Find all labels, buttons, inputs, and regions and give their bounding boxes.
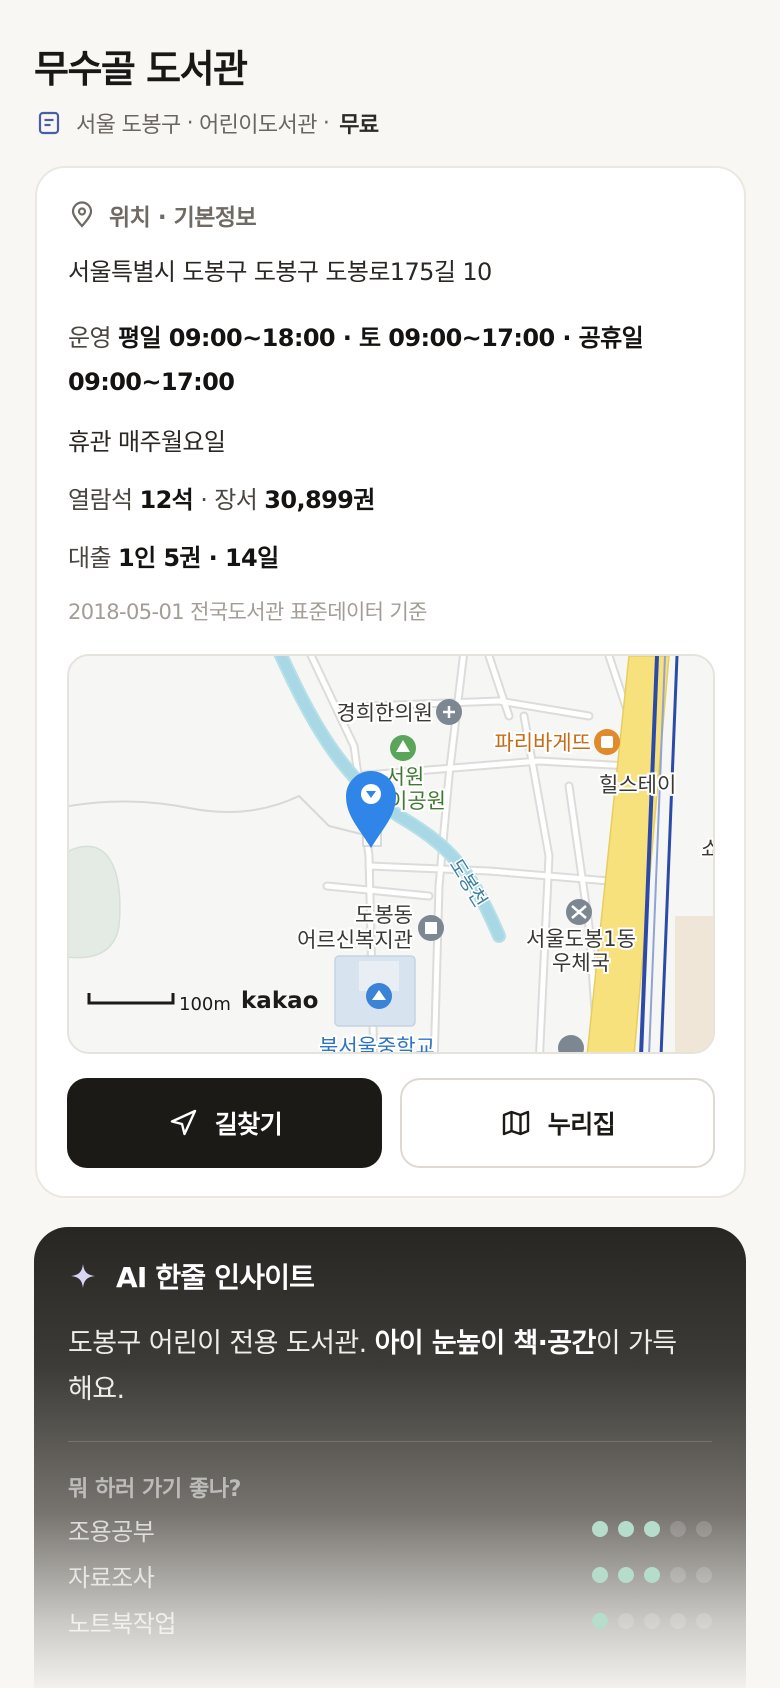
navigation-arrow-icon: [167, 1107, 199, 1139]
map-label-edge: 쇼: [701, 837, 715, 861]
rating-dot: [618, 1521, 634, 1537]
loan-value: 1인 5권 · 14일: [118, 544, 279, 572]
seats-value: 12석: [139, 486, 194, 514]
meta-separator: ·: [186, 110, 194, 136]
page-title: 무수골 도서관: [34, 47, 248, 91]
location-pin-icon: [69, 201, 95, 229]
map-label-post-b: 우체국: [552, 951, 610, 975]
rating-dot: [592, 1567, 608, 1583]
map-canvas: 경희한의원 파리바게뜨 힐스테이 쇼 서원 이공원 도봉천 도봉동 어르신복지관…: [69, 656, 715, 1054]
map-label-clinic: 경희한의원: [336, 701, 433, 725]
region-text: 서울 도봉구: [76, 113, 181, 138]
map-label-park-b: 이공원: [388, 789, 446, 813]
rating-dot: [696, 1567, 712, 1583]
activity-rating-row: 조용공부: [68, 1509, 712, 1549]
rating-dot: [670, 1567, 686, 1583]
rating-dot: [592, 1613, 608, 1629]
hours-label: 운영: [68, 324, 112, 352]
ai-insight-title: AI 한줄 인사이트: [116, 1261, 315, 1294]
ai-insight-text: 도봉구 어린이 전용 도서관. 아이 눈높이 책·공간이 가득해요.: [68, 1321, 688, 1413]
activity-rating-row: 자료조사: [68, 1555, 712, 1595]
fee-text: 무료: [339, 113, 379, 138]
hours-row: 운영 평일 09:00~18:00 · 토 09:00~17:00 · 공휴일 …: [68, 316, 708, 404]
loan-row: 대출 1인 5권 · 14일: [68, 538, 279, 573]
library-type-text: 어린이도서관: [199, 113, 317, 138]
ai-text-highlight: 아이 눈높이 책·공간: [374, 1328, 597, 1359]
rating-dots: [592, 1567, 712, 1583]
website-button[interactable]: 누리집: [400, 1078, 715, 1168]
rating-dot: [618, 1567, 634, 1583]
map-scale-label: 100m: [179, 994, 231, 1015]
loan-label: 대출: [68, 544, 112, 572]
rating-dot: [696, 1521, 712, 1537]
rating-dot: [670, 1613, 686, 1629]
info-section-header: 위치 · 기본정보: [69, 198, 257, 232]
capacity-separator: ·: [200, 486, 215, 514]
map-brand-logo: kakao: [241, 988, 318, 1014]
info-section-title: 위치 · 기본정보: [109, 205, 257, 231]
map-label-welfare-a: 도봉동: [355, 903, 413, 927]
data-source-text: 2018-05-01 전국도서관 표준데이터 기준: [68, 600, 428, 624]
rating-dots: [592, 1613, 712, 1629]
map-label-hills: 힐스테이: [599, 773, 676, 797]
ai-insight-header: AI 한줄 인사이트: [70, 1257, 315, 1295]
rating-dot: [644, 1613, 660, 1629]
meta-separator: ·: [322, 110, 330, 136]
ai-insight-card: AI 한줄 인사이트 도봉구 어린이 전용 도서관. 아이 눈높이 책·공간이 …: [34, 1227, 746, 1688]
activity-rating-row: 노트북작업: [68, 1601, 712, 1641]
map-label-welfare-b: 어르신복지관: [297, 928, 413, 952]
activity-label: 조용공부: [68, 1517, 155, 1546]
rating-dot: [644, 1567, 660, 1583]
library-meta: 서울 도봉구 · 어린이도서관 · 무료: [36, 106, 379, 140]
rating-dots: [592, 1521, 712, 1537]
document-icon: [36, 110, 62, 136]
location-map[interactable]: 경희한의원 파리바게뜨 힐스테이 쇼 서원 이공원 도봉천 도봉동 어르신복지관…: [67, 654, 715, 1054]
map-fold-icon: [500, 1107, 532, 1139]
hours-value: 평일 09:00~18:00 · 토 09:00~17:00 · 공휴일 09:…: [68, 324, 644, 396]
rating-dot: [618, 1613, 634, 1629]
map-label-bakery: 파리바게뜨: [494, 731, 591, 755]
rating-dot: [644, 1521, 660, 1537]
activity-question: 뭐 하러 가기 좋나?: [68, 1477, 242, 1502]
rating-dot: [670, 1521, 686, 1537]
website-label: 누리집: [547, 1110, 616, 1139]
capacity-row: 열람석 12석 · 장서 30,899권: [68, 480, 375, 515]
ai-text-plain: 도봉구 어린이 전용 도서관.: [68, 1328, 375, 1359]
books-value: 30,899권: [264, 486, 375, 514]
seats-label: 열람석: [68, 486, 133, 514]
rating-dot: [696, 1613, 712, 1629]
map-label-school: 북서울중학교: [319, 1035, 435, 1054]
ai-divider: [68, 1441, 712, 1442]
library-detail-page: 무수골 도서관 서울 도봉구 · 어린이도서관 · 무료 위치 · 기본정보 서…: [0, 0, 780, 1688]
books-label: 장서: [214, 486, 258, 514]
activity-label: 노트북작업: [68, 1609, 176, 1638]
directions-button[interactable]: 길찾기: [67, 1078, 382, 1168]
address-text: 서울특별시 도봉구 도봉구 도봉로175길 10: [68, 258, 492, 286]
info-card: 위치 · 기본정보 서울특별시 도봉구 도봉구 도봉로175길 10 운영 평일…: [35, 166, 746, 1198]
rating-dot: [592, 1521, 608, 1537]
directions-label: 길찾기: [214, 1110, 283, 1139]
activity-label: 자료조사: [68, 1563, 155, 1592]
map-label-post-a: 서울도봉1동: [526, 927, 636, 951]
sparkle-icon: [70, 1263, 96, 1289]
closed-days-text: 휴관 매주월요일: [68, 428, 226, 456]
